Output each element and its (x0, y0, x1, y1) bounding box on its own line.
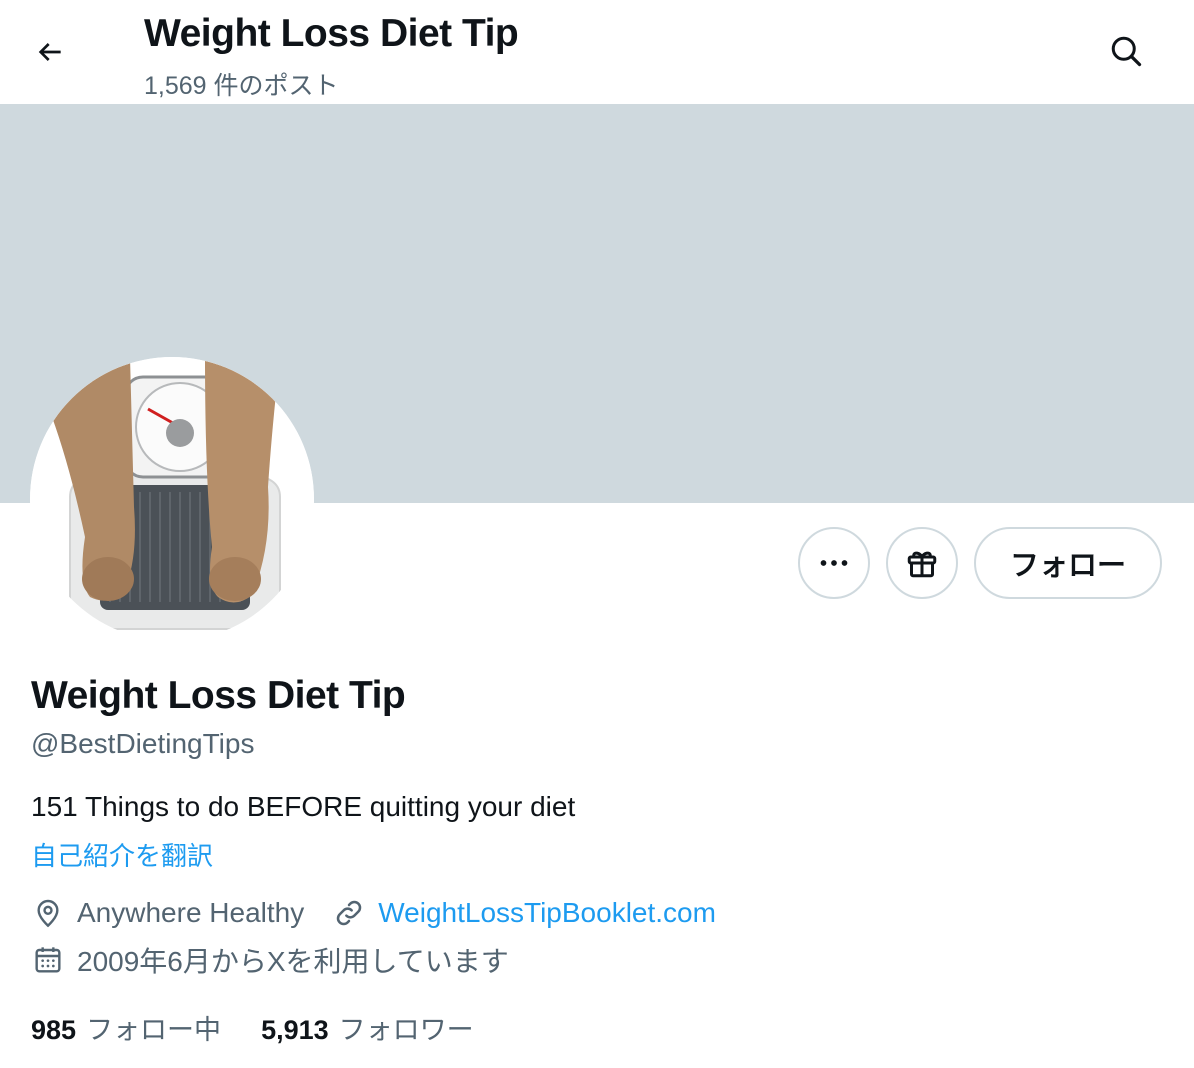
joined-item: 2009年6月からXを利用しています (31, 940, 509, 980)
arrow-left-icon (38, 43, 61, 61)
gift-button[interactable] (886, 527, 958, 599)
following-stat[interactable]: 985 フォロー中 (31, 1008, 221, 1047)
profile-meta-row: Anywhere Healthy WeightLossTipBooklet.co… (31, 896, 716, 930)
header-title: Weight Loss Diet Tip (144, 12, 519, 55)
location-text: Anywhere Healthy (77, 897, 305, 928)
search-icon (1111, 36, 1142, 67)
location-item: Anywhere Healthy (31, 896, 304, 930)
top-bar: Weight Loss Diet Tip 1,569 件のポスト (0, 0, 1194, 104)
following-label: フォロー中 (86, 1015, 222, 1045)
follow-button[interactable]: フォロー (974, 527, 1162, 599)
followers-count: 5,913 (261, 1015, 329, 1045)
website-link[interactable]: WeightLossTipBooklet.com (378, 897, 716, 929)
link-icon (337, 900, 362, 926)
profile-stats: 985 フォロー中 5,913 フォロワー (31, 1008, 474, 1047)
profile-handle: @BestDietingTips (31, 728, 255, 759)
joined-row: 2009年6月からXを利用しています (31, 940, 509, 980)
following-count: 985 (31, 1015, 77, 1045)
search-button[interactable] (1098, 26, 1154, 76)
profile-name: Weight Loss Diet Tip (31, 674, 406, 717)
followers-stat[interactable]: 5,913 フォロワー (261, 1008, 474, 1047)
followers-label: フォロワー (338, 1015, 474, 1045)
back-button[interactable] (22, 27, 78, 77)
location-pin-icon (37, 899, 59, 928)
gift-icon (907, 551, 937, 578)
avatar[interactable] (30, 357, 314, 641)
post-count: 1,569 件のポスト (144, 72, 339, 100)
translate-bio-link[interactable]: 自己紹介を翻訳 (31, 836, 213, 873)
joined-text: 2009年6月からXを利用しています (77, 946, 509, 977)
profile-bio: 151 Things to do BEFORE quitting your di… (31, 791, 576, 822)
more-button[interactable] (798, 527, 870, 599)
more-horizontal-icon (820, 560, 848, 566)
avatar-image (30, 357, 314, 641)
calendar-icon (35, 947, 61, 973)
website-item[interactable]: WeightLossTipBooklet.com (332, 896, 716, 930)
